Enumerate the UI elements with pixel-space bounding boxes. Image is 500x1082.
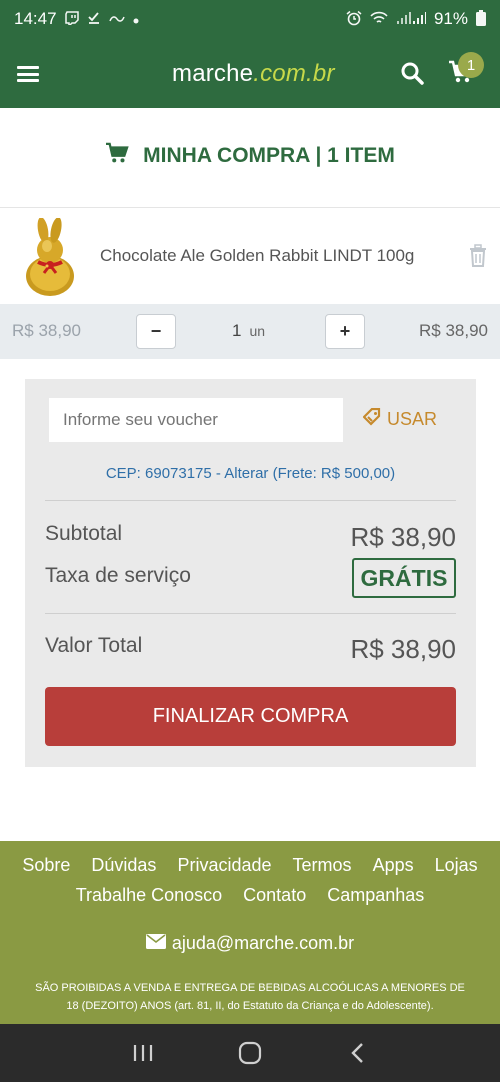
footer-link-termos[interactable]: Termos [293,855,352,875]
cart-count-badge: 1 [458,52,484,78]
line-total: R$ 38,90 [419,321,488,340]
footer-link-lojas[interactable]: Lojas [435,855,478,875]
battery-icon [476,9,486,29]
page-title-text: MINHA COMPRA | 1 ITEM [143,144,395,167]
search-icon[interactable] [400,61,424,85]
service-fee-badge: GRÁTIS [352,558,456,598]
site-footer: Sobre Dúvidas Privacidade Termos Apps Lo… [0,841,500,1024]
trash-icon[interactable] [468,243,488,267]
logo-text: marche [172,60,254,87]
quantity-value: 1 un [232,321,265,341]
divider [45,500,456,501]
unit-price: R$ 38,90 [12,321,81,340]
footer-links-row1: Sobre Dúvidas Privacidade Termos Apps Lo… [0,855,500,876]
divider [45,613,456,614]
footer-link-sobre[interactable]: Sobre [22,855,70,875]
cart-icon [105,142,129,170]
product-image[interactable] [20,217,80,298]
decrease-quantity-button[interactable]: − [136,314,176,349]
signal-icon [396,11,427,28]
footer-links-row2: Trabalhe Conosco Contato Campanhas [0,885,500,906]
order-summary: USAR CEP: 69073175 - Alterar (Frete: R$ … [25,379,476,767]
wifi-icon [370,11,388,28]
footer-link-apps[interactable]: Apps [373,855,414,875]
support-email-link[interactable]: ajuda@marche.com.br [0,933,500,954]
footer-link-campanhas[interactable]: Campanhas [327,885,424,905]
system-nav-bar [0,1024,500,1082]
quantity-number: 1 [232,321,242,340]
checkout-button[interactable]: FINALIZAR COMPRA [45,687,456,746]
footer-link-contato[interactable]: Contato [243,885,306,905]
app-icon [108,11,125,27]
quantity-unit: un [249,323,266,339]
increase-quantity-button[interactable]: + [325,314,365,349]
subtotal-label: Subtotal [45,522,123,545]
menu-icon[interactable] [17,66,39,82]
cart-item: Chocolate Ale Golden Rabbit LINDT 100g [0,210,500,302]
recent-apps-icon[interactable] [123,1038,163,1068]
cep-change-link[interactable]: CEP: 69073175 - Alterar (Frete: R$ 500,0… [25,465,476,482]
envelope-icon [145,933,166,954]
home-icon[interactable] [230,1038,270,1068]
app-header: marche.com.br [0,38,500,108]
footer-link-duvidas[interactable]: Dúvidas [91,855,156,875]
legal-notice: SÃO PROIBIDAS A VENDA E ENTREGA DE BEBID… [30,979,470,1015]
total-value: R$ 38,90 [350,634,456,664]
tag-icon [362,407,381,431]
footer-link-privacidade[interactable]: Privacidade [177,855,271,875]
check-icon [87,11,101,28]
service-fee-label: Taxa de serviço [45,564,191,587]
page-title: MINHA COMPRA | 1 ITEM [0,128,500,184]
support-email: ajuda@marche.com.br [171,933,355,953]
clock: 14:47 [14,9,57,28]
voucher-input[interactable] [49,398,343,442]
twitch-icon [64,10,79,28]
total-label: Valor Total [45,634,143,657]
status-bar: 14:47 91% [0,0,500,38]
legal-notice-ref: (art. 81, II, do Estatuto da Criança e d… [174,1000,434,1012]
logo-tld: .com.br [253,60,335,87]
back-icon[interactable] [337,1038,377,1068]
apply-voucher-label: USAR [387,409,438,429]
apply-voucher-button[interactable]: USAR [362,407,438,431]
quantity-row: R$ 38,90 − 1 un + R$ 38,90 [0,304,500,359]
dot-icon [133,11,139,27]
product-name[interactable]: Chocolate Ale Golden Rabbit LINDT 100g [100,246,414,266]
alarm-icon [346,10,362,29]
subtotal-value: R$ 38,90 [350,522,456,552]
footer-link-trabalhe-conosco[interactable]: Trabalhe Conosco [76,885,222,905]
divider [0,207,500,208]
site-logo[interactable]: marche.com.br [172,60,335,88]
battery-level: 91% [433,9,468,28]
